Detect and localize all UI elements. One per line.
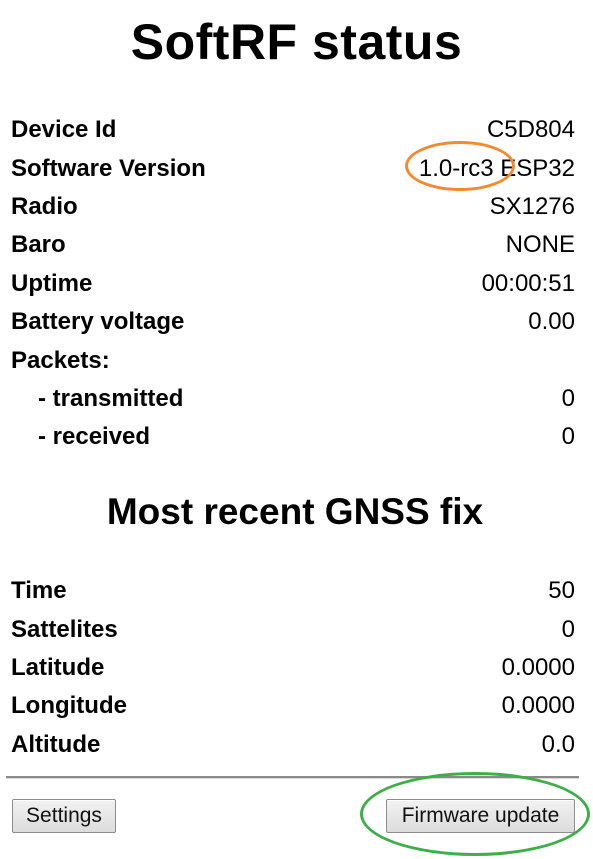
- battery-voltage-value: 0.00: [528, 308, 575, 336]
- longitude-value: 0.0000: [501, 692, 575, 720]
- platform-text: ESP32: [500, 154, 575, 182]
- settings-button[interactable]: Settings: [12, 799, 116, 833]
- battery-voltage-label: Battery voltage: [11, 308, 185, 336]
- packets-label: Packets:: [11, 346, 110, 374]
- satellites-label: Sattelites: [11, 615, 118, 643]
- gnss-row-time: Time 50: [11, 572, 575, 610]
- device-id-value: C5D804: [486, 116, 575, 144]
- latitude-label: Latitude: [11, 653, 105, 681]
- firmware-update-button[interactable]: Firmware update: [386, 799, 575, 833]
- gnss-row-satellites: Sattelites 0: [11, 610, 575, 648]
- status-row-received: - received 0: [11, 418, 575, 456]
- radio-value: SX1276: [489, 192, 575, 220]
- gnss-row-longitude: Longitude 0.0000: [11, 687, 575, 725]
- longitude-label: Longitude: [11, 692, 127, 720]
- uptime-value: 00:00:51: [481, 269, 575, 297]
- device-id-label: Device Id: [11, 116, 117, 144]
- status-row-battery-voltage: Battery voltage 0.00: [11, 303, 575, 341]
- radio-label: Radio: [11, 192, 78, 220]
- horizontal-divider: [6, 776, 579, 779]
- software-version-value: 1.0-rc3 ESP32: [404, 140, 575, 191]
- gnss-row-latitude: Latitude 0.0000: [11, 649, 575, 687]
- altitude-value: 0.0: [541, 730, 575, 758]
- received-value: 0: [561, 423, 575, 451]
- uptime-label: Uptime: [11, 269, 93, 297]
- version-text: 1.0-rc3: [418, 154, 494, 182]
- software-version-label: Software Version: [11, 154, 206, 182]
- satellites-value: 0: [561, 615, 575, 643]
- gnss-row-altitude: Altitude 0.0: [11, 726, 575, 764]
- time-label: Time: [11, 577, 67, 605]
- time-value: 50: [548, 577, 575, 605]
- status-row-radio: Radio SX1276: [11, 188, 575, 226]
- baro-value: NONE: [505, 231, 575, 259]
- altitude-label: Altitude: [11, 730, 101, 758]
- received-label: - received: [38, 423, 151, 451]
- status-table: Device Id C5D804 Software Version 1.0-rc…: [11, 111, 575, 457]
- transmitted-label: - transmitted: [38, 384, 184, 412]
- status-row-device-id: Device Id C5D804: [11, 111, 575, 149]
- gnss-table: Time 50 Sattelites 0 Latitude 0.0000 Lon…: [11, 572, 575, 764]
- status-row-software-version: Software Version 1.0-rc3 ESP32: [11, 140, 575, 191]
- version-number: 1.0-rc3: [404, 140, 515, 191]
- baro-label: Baro: [11, 231, 66, 259]
- gnss-section-title: Most recent GNSS fix: [106, 491, 484, 532]
- status-row-uptime: Uptime 00:00:51: [11, 265, 575, 303]
- latitude-value: 0.0000: [501, 653, 575, 681]
- status-row-transmitted: - transmitted 0: [11, 380, 575, 418]
- status-row-baro: Baro NONE: [11, 226, 575, 264]
- status-row-packets: Packets:: [11, 341, 575, 379]
- transmitted-value: 0: [561, 384, 575, 412]
- page-title: SoftRF status: [130, 14, 463, 70]
